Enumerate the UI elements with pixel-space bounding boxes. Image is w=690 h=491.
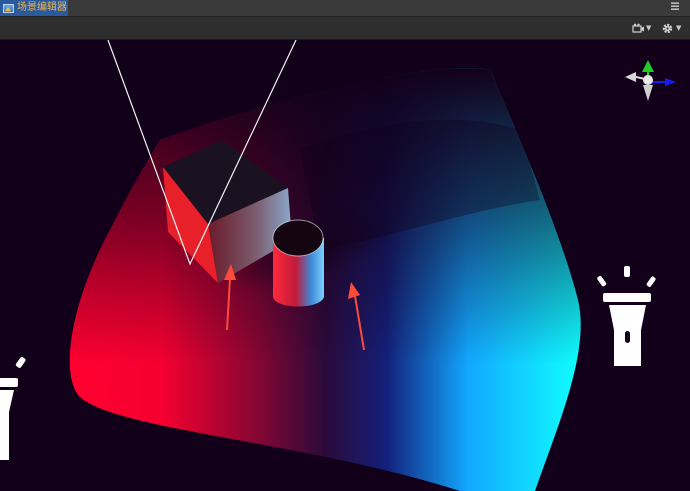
camera-icon bbox=[632, 23, 644, 33]
chevron-down-icon: ▼ bbox=[676, 24, 682, 32]
flashlight-icon[interactable] bbox=[596, 266, 656, 366]
camera-dropdown-button[interactable]: ▼ bbox=[632, 20, 654, 36]
tab-scene-editor[interactable]: 场景编辑器 bbox=[0, 0, 68, 16]
settings-dropdown-button[interactable]: ▼ bbox=[661, 20, 685, 36]
scene-canvas bbox=[0, 40, 676, 491]
tab-label: 场景编辑器 bbox=[17, 2, 67, 13]
scene-viewport[interactable] bbox=[0, 40, 690, 491]
scene-icon bbox=[3, 3, 14, 13]
flashlight-icon[interactable] bbox=[0, 356, 26, 460]
tab-bar: 场景编辑器 bbox=[0, 0, 690, 17]
scene-editor-window: 场景编辑器 ▼ ▼ bbox=[0, 0, 690, 491]
hamburger-menu-icon[interactable] bbox=[669, 1, 681, 14]
chevron-down-icon: ▼ bbox=[646, 24, 652, 32]
orientation-gizmo[interactable] bbox=[625, 60, 676, 101]
scene-toolbar: ▼ ▼ bbox=[0, 17, 690, 40]
gear-icon bbox=[662, 23, 673, 33]
cylinder[interactable] bbox=[272, 219, 324, 307]
